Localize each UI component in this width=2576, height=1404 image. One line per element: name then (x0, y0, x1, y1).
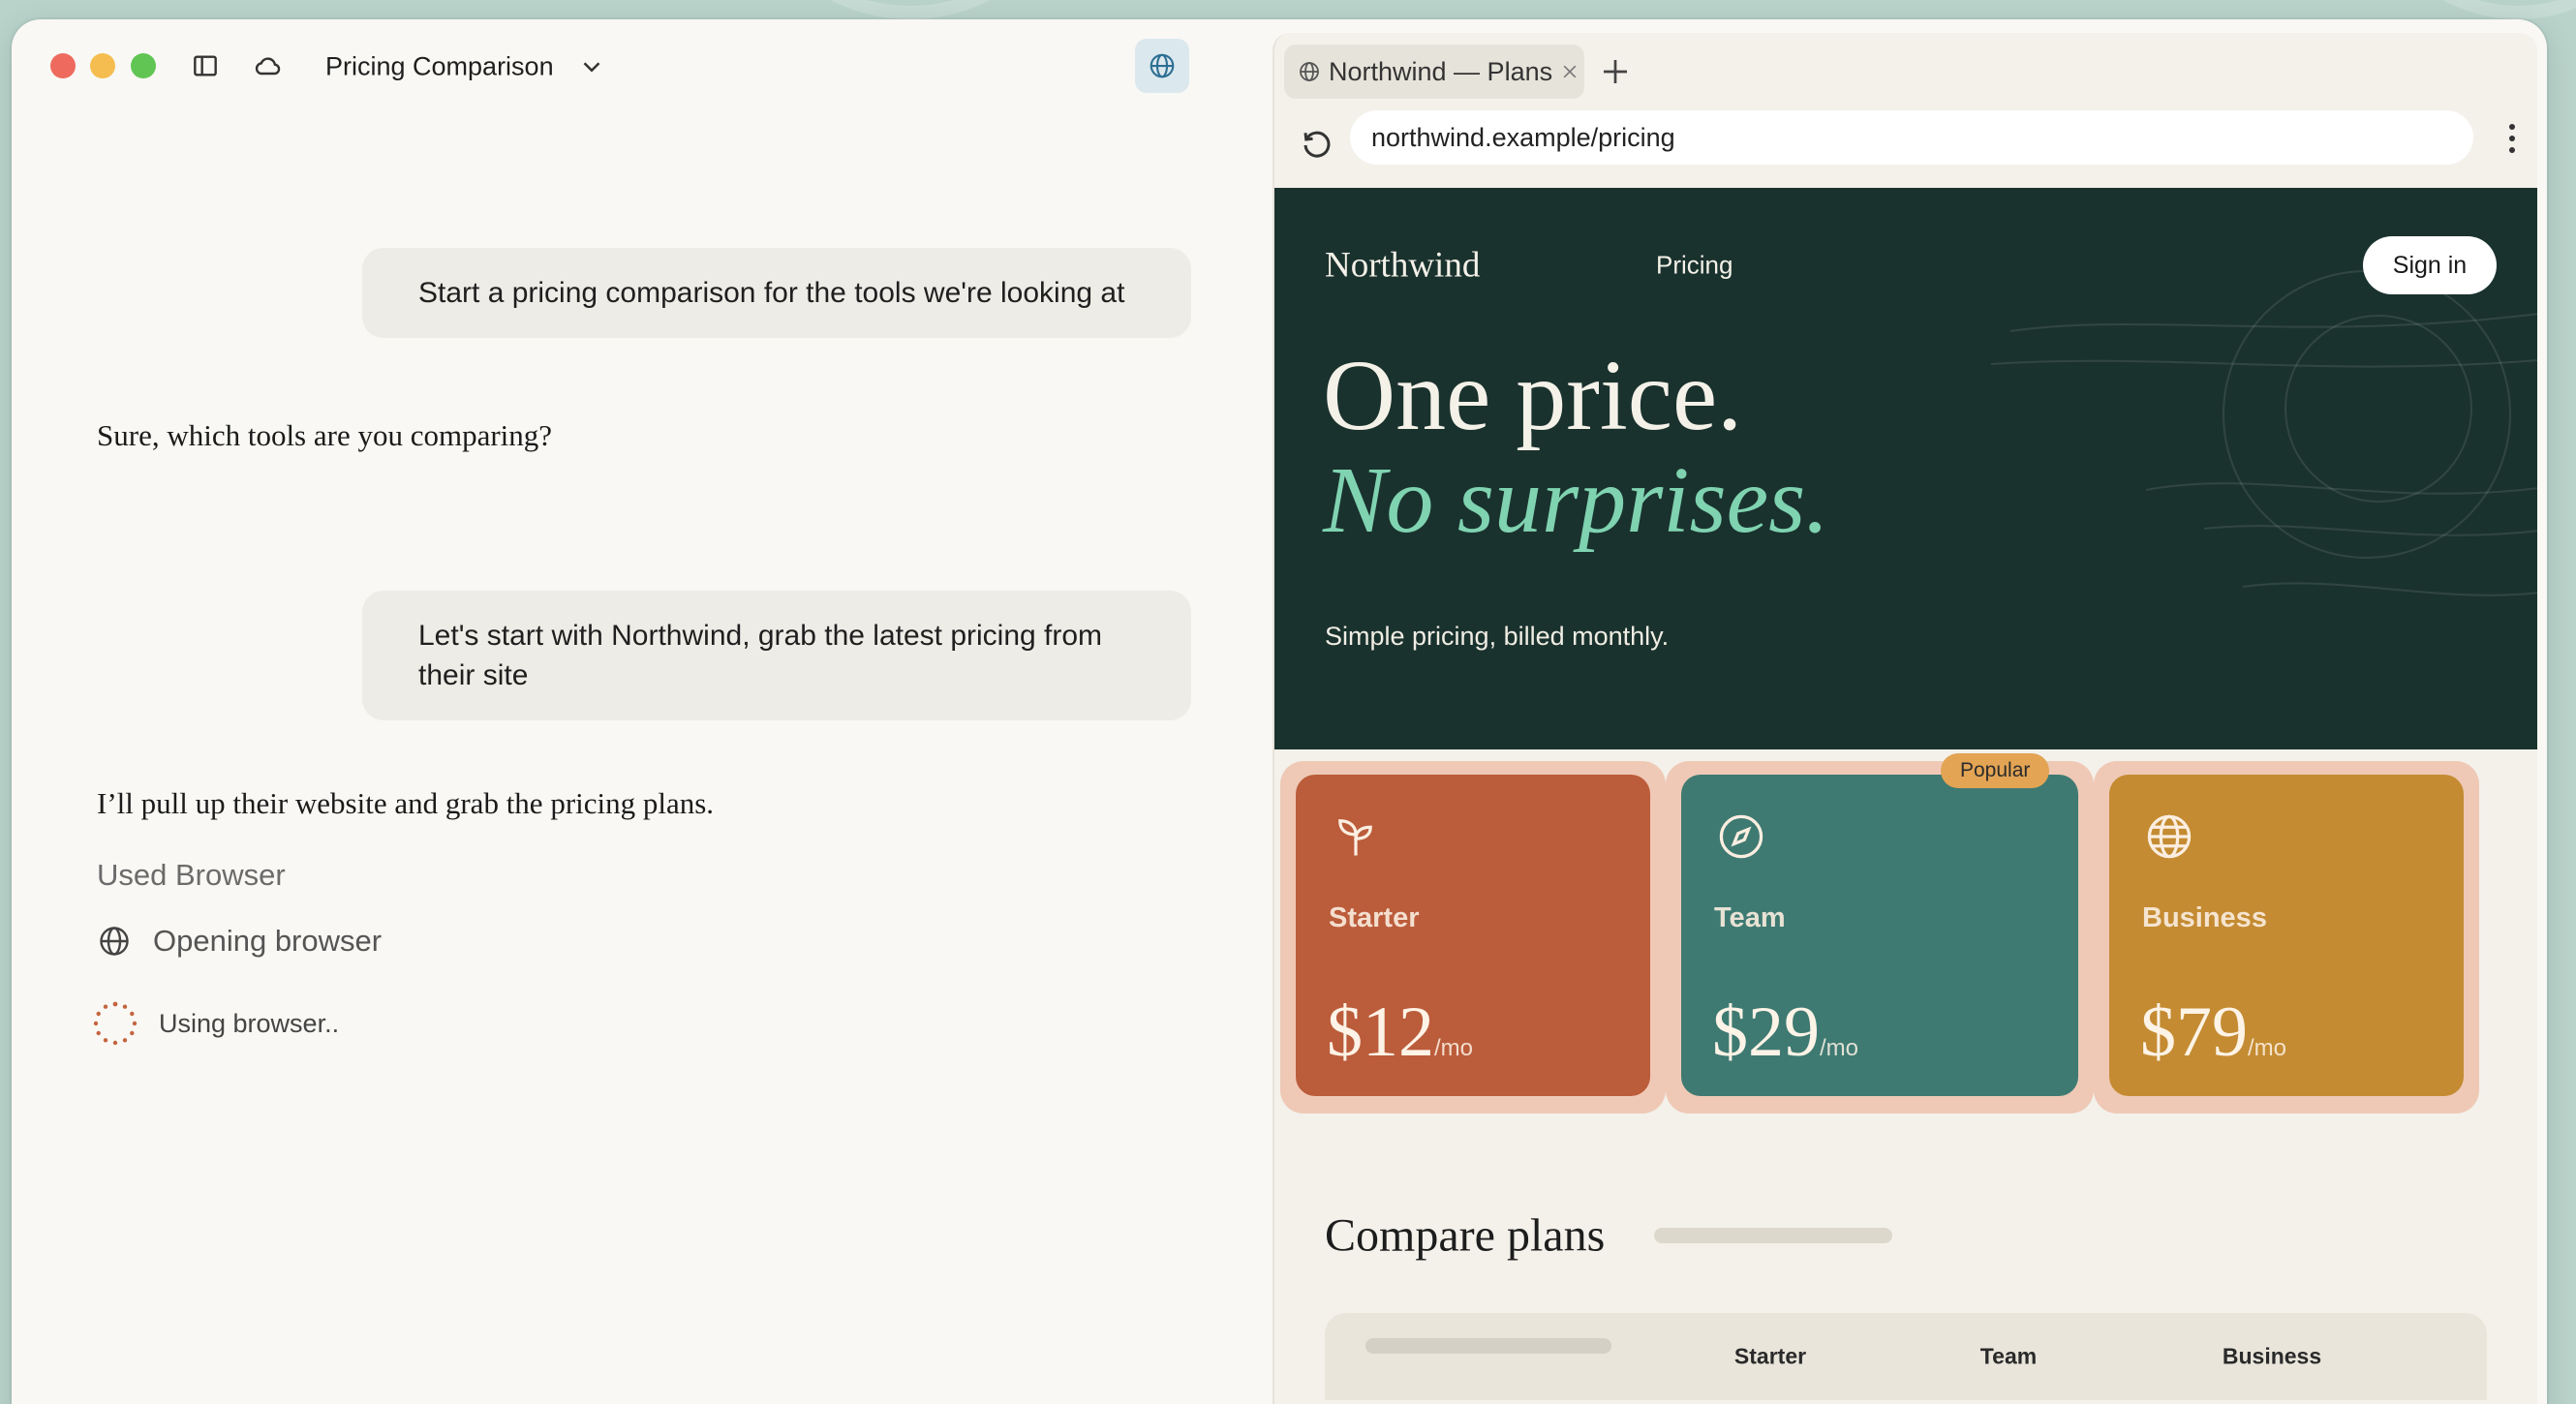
plan-card-inner: Team $29/mo (1681, 775, 2078, 1096)
plan-card-inner: Starter $12/mo (1296, 775, 1650, 1096)
column-header-team: Team (1979, 1343, 2038, 1369)
reload-icon[interactable] (1300, 128, 1334, 163)
site-logo[interactable]: Northwind (1325, 245, 1480, 287)
assistant-message: Sure, which tools are you comparing? (97, 418, 553, 452)
chat-pane: Pricing Comparison Start a pricing compa… (12, 19, 1271, 1404)
backdrop-decoration (2363, 0, 2576, 19)
hero-section: Northwind Pricing Sign in One price. No … (1274, 188, 2537, 749)
sign-in-button[interactable]: Sign in (2363, 236, 2497, 294)
more-options-icon[interactable] (2506, 124, 2518, 163)
column-header-business: Business (2222, 1343, 2322, 1369)
step-label: Using browser.. (159, 1008, 340, 1038)
plan-name: Starter (1329, 902, 1420, 933)
app-window: Pricing Comparison Start a pricing compa… (12, 19, 2547, 1404)
plan-card-team[interactable]: Team $29/mo (1666, 761, 2094, 1114)
backdrop-decoration (736, 0, 1085, 19)
plan-card-starter[interactable]: Starter $12/mo (1280, 761, 1666, 1114)
minimize-window-button[interactable] (90, 53, 115, 78)
globe-icon (1150, 53, 1175, 78)
sprout-icon (1338, 819, 1372, 856)
spinner-icon (93, 1001, 138, 1046)
plan-price: $79/mo (2140, 992, 2287, 1072)
compass-icon (1719, 814, 1763, 859)
tool-step-using: Using browser.. (93, 999, 340, 1048)
conversation-title[interactable]: Pricing Comparison (325, 52, 554, 82)
close-window-button[interactable] (50, 53, 76, 78)
web-page: Northwind Pricing Sign in One price. No … (1274, 188, 2537, 1404)
compare-table-header: Starter Team Business (1325, 1313, 2487, 1400)
column-header-starter: Starter (1733, 1343, 1807, 1369)
assistant-message: I’ll pull up their website and grab the … (97, 786, 715, 820)
sidebar-toggle-icon[interactable] (190, 50, 221, 81)
url-text: northwind.example/pricing (1371, 122, 1675, 152)
titlebar: Pricing Comparison (12, 19, 1271, 126)
plan-name: Business (2142, 902, 2267, 933)
globe-icon (2147, 814, 2192, 859)
browser-pane: Northwind — Plans northwind.example/pric… (1273, 33, 2537, 1404)
browser-toggle-button[interactable] (1135, 39, 1189, 93)
globe-icon (100, 927, 129, 956)
tool-use-header[interactable]: Used Browser (97, 858, 286, 893)
hero-subline: Simple pricing, billed monthly. (1325, 622, 1670, 651)
address-bar[interactable]: northwind.example/pricing (1350, 110, 2473, 165)
compare-plans-heading: Compare plans (1325, 1209, 1606, 1262)
plan-price: $29/mo (1712, 992, 1859, 1072)
plan-name: Team (1714, 902, 1786, 933)
user-message: Start a pricing comparison for the tools… (362, 248, 1191, 338)
plus-icon[interactable] (1598, 54, 1633, 89)
hero-headline-accent: No surprises. (1323, 448, 1829, 553)
step-label: Opening browser (153, 924, 383, 958)
user-message: Let's start with Northwind, grab the lat… (362, 591, 1191, 720)
plan-card-inner: Business $79/mo (2109, 775, 2464, 1096)
plan-card-business[interactable]: Business $79/mo (2094, 761, 2479, 1114)
loading-skeleton (1654, 1228, 1892, 1243)
hero-headline: One price. (1323, 340, 1743, 451)
tool-step-opening: Opening browser (97, 924, 382, 959)
loading-skeleton (1365, 1338, 1611, 1354)
cloud-icon[interactable] (252, 50, 283, 81)
popular-badge: Popular (1941, 753, 2050, 788)
globe-icon (1300, 62, 1319, 81)
nav-pricing-link[interactable]: Pricing (1656, 251, 1733, 281)
browser-tab[interactable]: Northwind — Plans (1284, 45, 1584, 99)
plan-price: $12/mo (1327, 992, 1474, 1072)
zoom-window-button[interactable] (131, 53, 156, 78)
tab-title: Northwind — Plans (1329, 56, 1553, 86)
close-icon[interactable] (1560, 62, 1579, 81)
chevron-down-icon[interactable] (577, 52, 606, 81)
